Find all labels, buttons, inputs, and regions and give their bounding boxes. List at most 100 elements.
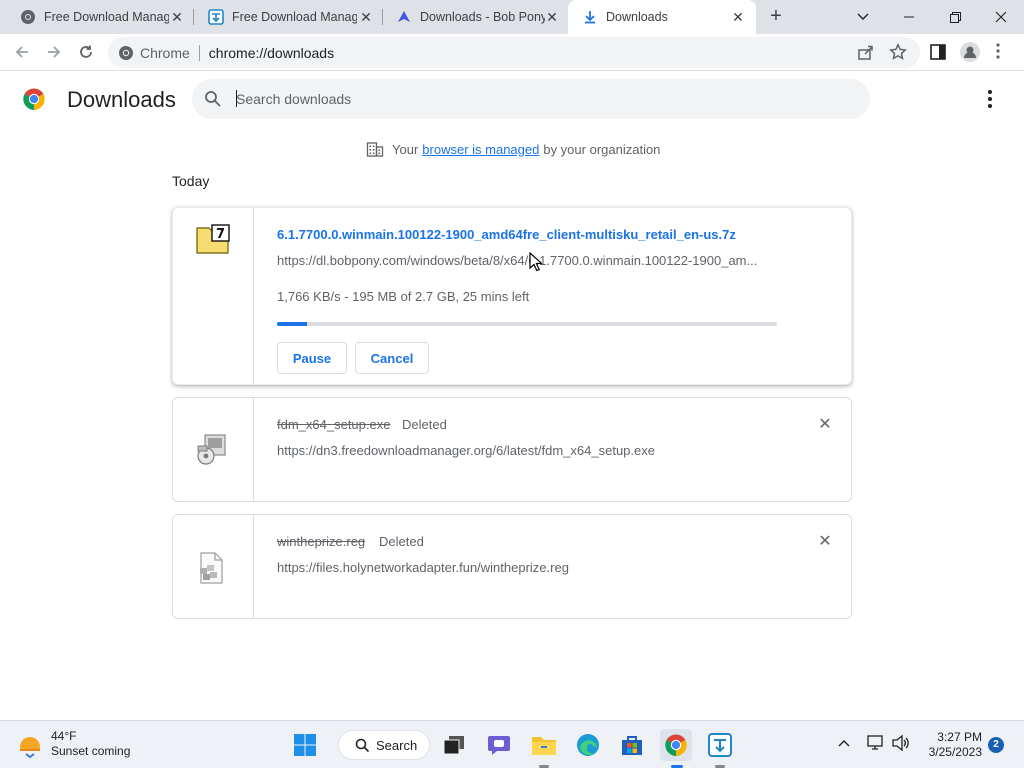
registry-file-icon [200,552,223,584]
address-bar[interactable]: Chrome chrome://downloads [108,37,920,68]
search-icon [355,738,370,752]
tab-strip: Free Download Manag ✕ Free Download Mana… [0,0,1024,34]
tab-title: Free Download Manag [232,10,357,24]
bookmark-star-icon[interactable] [889,43,907,61]
managed-notice: Your browser is managed by your organiza… [366,140,660,158]
bird-icon [396,9,412,25]
remove-from-list-icon[interactable]: ✕ [817,534,833,550]
download-filename: fdm_x64_setup.exe [277,417,391,432]
profile-avatar-icon[interactable] [960,42,980,62]
download-source-url[interactable]: https://dn3.freedownloadmanager.org/6/la… [277,443,772,458]
windows-logo-icon [294,734,316,756]
clock-time: 3:27 PM [937,730,982,744]
7z-archive-icon: 7 [196,224,230,254]
task-view-icon[interactable] [438,729,470,761]
deleted-status-label: Deleted [379,534,424,549]
notification-badge[interactable]: 2 [988,737,1004,753]
browser-toolbar: Chrome chrome://downloads [0,34,1024,71]
teams-chat-icon[interactable] [483,729,515,761]
download-source-url[interactable]: https://files.holynetworkadapter.fun/win… [277,560,772,575]
close-window-button[interactable] [978,0,1024,34]
download-icon [582,9,598,25]
text-caret [236,90,237,107]
fdm-taskbar-icon[interactable] [704,729,736,761]
downloads-header: Downloads [0,71,1024,127]
search-input[interactable] [236,89,836,109]
chevron-down-icon [857,13,869,20]
site-info-chip[interactable]: Chrome [118,45,190,61]
new-tab-button[interactable]: + [764,5,788,29]
chrome-taskbar-icon[interactable] [660,729,692,761]
close-icon[interactable]: ✕ [544,9,560,25]
file-explorer-icon[interactable] [528,729,560,761]
download-filename-link[interactable]: 6.1.7700.0.winmain.100122-1900_amd64fre_… [277,227,736,242]
weather-widget[interactable]: 44°F Sunset coming [16,729,130,759]
download-progress-fill [277,322,307,326]
url-text[interactable]: chrome://downloads [209,45,334,61]
volume-icon[interactable] [891,734,911,755]
reload-icon [80,45,92,58]
network-icon[interactable] [866,734,886,755]
downloads-menu-button[interactable] [980,89,1000,109]
taskbar-search-button[interactable]: Search [338,730,430,760]
tab-search-button[interactable] [840,0,886,34]
back-button[interactable] [10,40,34,64]
arrow-left-icon [15,46,28,58]
date-section-label: Today [172,173,210,189]
tab-free-download-manager-2[interactable]: Free Download Manag ✕ [188,0,383,34]
download-item-wintheprize: wintheprize.reg Deleted https://files.ho… [172,514,852,619]
download-progress-status: 1,766 KB/s - 195 MB of 2.7 GB, 25 mins l… [277,289,530,304]
reload-button[interactable] [74,40,98,64]
cancel-button[interactable]: Cancel [355,342,429,374]
clock-date: 3/25/2023 [928,745,982,759]
share-icon[interactable] [857,43,875,61]
file-icon-column: 7 [173,208,254,384]
divider [198,44,200,61]
mouse-cursor-icon [529,252,542,272]
system-clock[interactable]: 3:27 PM 3/25/2023 [918,730,982,760]
download-item-fdm-setup: fdm_x64_setup.exe Deleted https://dn3.fr… [172,397,852,502]
building-icon [366,142,384,157]
chrome-icon [20,9,36,25]
start-button[interactable] [289,729,321,761]
file-icon-column [173,515,254,618]
site-chip-label: Chrome [140,44,190,61]
tab-title: Free Download Manag [44,10,169,24]
weather-description: Sunset coming [51,744,131,758]
chrome-menu-icon[interactable] [996,43,1006,61]
deleted-status-label: Deleted [402,417,447,432]
restore-button[interactable] [932,0,978,34]
close-icon[interactable]: ✕ [358,9,374,25]
download-filename: wintheprize.reg [277,534,366,549]
managed-suffix: by your organization [543,141,661,157]
windows-taskbar: 44°F Sunset coming Search 3:27 PM 3/25/2… [0,720,1024,768]
chrome-logo-icon [22,87,46,111]
page-title: Downloads [67,87,176,112]
microsoft-store-icon[interactable] [616,729,648,761]
weather-temperature: 44°F [51,729,77,743]
tab-downloads-bob-pony[interactable]: Downloads - Bob Pony ✕ [376,0,568,34]
managed-prefix: Your [392,141,419,157]
tab-title: Downloads - Bob Pony [420,10,545,24]
svg-text:7: 7 [216,227,225,242]
remove-from-list-icon[interactable]: ✕ [817,417,833,433]
tab-title: Downloads [606,10,668,24]
download-progress-bar [277,322,777,326]
tab-downloads[interactable]: Downloads ✕ [568,0,756,34]
download-source-url[interactable]: https://dl.bobpony.com/windows/beta/8/x6… [277,253,772,268]
edge-browser-icon[interactable] [572,729,604,761]
sunset-weather-icon [16,731,44,759]
forward-button[interactable] [42,40,66,64]
show-hidden-icons-chevron[interactable] [838,735,850,750]
side-panel-icon[interactable] [929,43,947,61]
tab-free-download-manager-1[interactable]: Free Download Manag ✕ [0,0,194,34]
minimize-button[interactable] [886,0,932,34]
close-icon[interactable]: ✕ [730,9,746,25]
browser-managed-link[interactable]: browser is managed [422,142,539,157]
pause-button[interactable]: Pause [277,342,347,374]
download-item-active: 7 6.1.7700.0.winmain.100122-1900_amd64fr… [172,207,852,385]
installer-exe-icon [197,434,226,465]
taskbar-search-label: Search [376,737,418,753]
close-icon[interactable]: ✕ [169,9,185,25]
search-downloads-box[interactable] [192,79,870,119]
